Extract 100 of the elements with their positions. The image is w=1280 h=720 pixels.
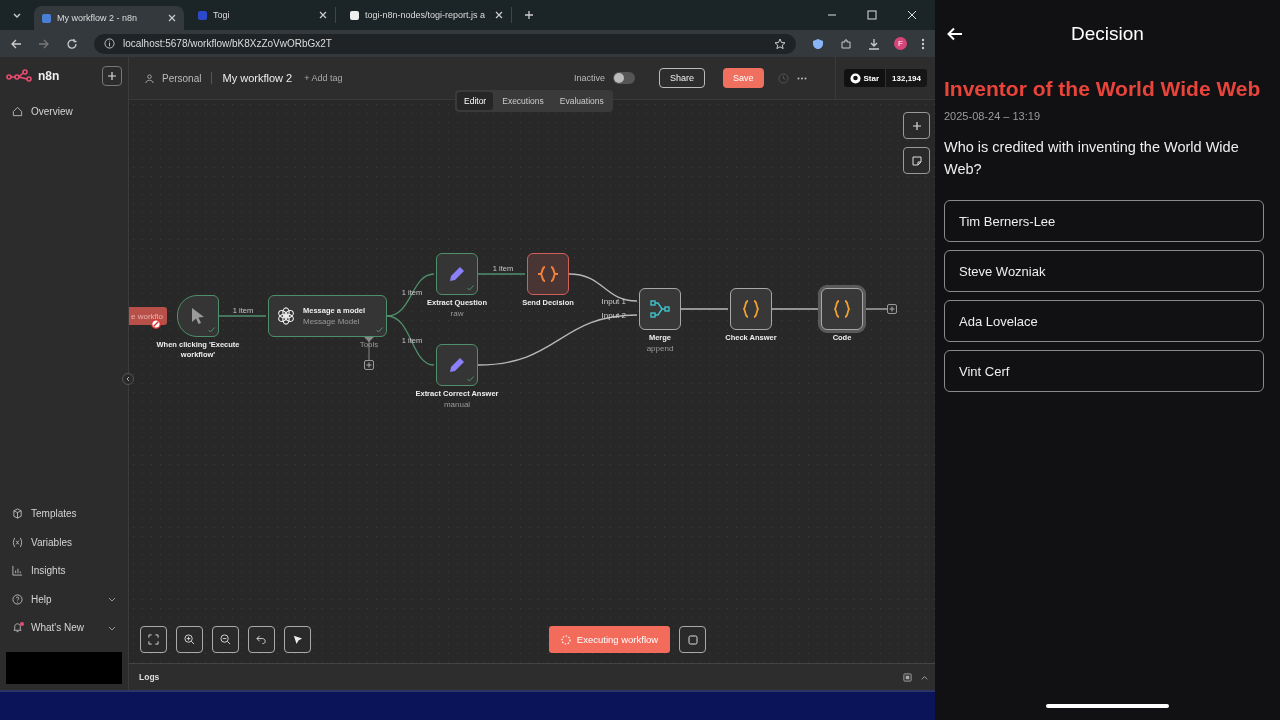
logo-icon [6, 69, 32, 83]
check-icon [467, 376, 474, 382]
address-bar[interactable]: localhost:5678/workflow/bK8XzZoVwORbGx2T [94, 33, 796, 54]
answer-option[interactable]: Steve Wozniak [944, 250, 1264, 292]
code-arrows-icon [537, 264, 559, 284]
share-button[interactable]: Share [658, 68, 705, 88]
braces-icon [741, 299, 761, 319]
more-icon[interactable] [796, 76, 807, 80]
zoom-in-button[interactable] [176, 626, 203, 653]
workflow-name[interactable]: My workflow 2 [222, 72, 293, 84]
brand-name: n8n [38, 69, 60, 83]
view-tab[interactable]: Evaluations [552, 92, 611, 110]
sidebar-item[interactable]: Variables [6, 528, 122, 557]
trigger-tag: e workflo [129, 307, 167, 325]
add-tag-link[interactable]: + Add tag [304, 73, 343, 83]
port-label: Input 1 [601, 297, 626, 306]
node-subtitle: Message Model [303, 317, 361, 326]
pencil-icon [448, 356, 466, 374]
browser-tab[interactable]: togi-n8n-nodes/togi-report.js a [342, 7, 512, 23]
variable-icon [12, 536, 23, 548]
new-tab-icon[interactable] [524, 10, 534, 20]
answer-option[interactable]: Ada Lovelace [944, 300, 1264, 342]
connection-line [218, 315, 267, 317]
close-icon[interactable] [319, 11, 327, 19]
add-button[interactable] [102, 66, 122, 86]
connection-line [771, 308, 820, 310]
pencil-icon [448, 265, 466, 283]
add-tool-button[interactable] [364, 360, 374, 370]
add-node-button[interactable] [903, 112, 930, 139]
workflow-node[interactable] [436, 344, 478, 386]
screen-title: Decision [1071, 23, 1144, 45]
close-icon[interactable] [168, 14, 176, 22]
logs-title[interactable]: Logs [139, 672, 160, 682]
user-icon [145, 73, 154, 83]
view-tab[interactable]: Executions [495, 92, 551, 110]
zoom-out-icon [220, 634, 231, 645]
cursor-button[interactable] [284, 626, 311, 653]
workflow-node[interactable] [821, 288, 863, 330]
shield-icon[interactable] [812, 37, 824, 50]
quiz-heading: Inventor of the World Wide Web [944, 76, 1262, 102]
undo-icon [256, 634, 267, 645]
note-icon [911, 155, 922, 166]
collapse-handle[interactable] [122, 373, 134, 385]
zoom-in-icon [184, 634, 195, 645]
timestamp: 2025-08-24 – 13:19 [944, 110, 1042, 122]
status-label: Inactive [573, 73, 605, 83]
cursor-icon [292, 634, 303, 645]
knot-icon [277, 307, 295, 325]
stop-button[interactable] [679, 626, 707, 653]
answer-option[interactable]: Tim Berners-Lee [944, 200, 1264, 242]
add-node-button[interactable] [887, 304, 897, 314]
workflow-node[interactable] [730, 288, 772, 330]
view-tab[interactable]: Editor [457, 92, 494, 110]
project-link[interactable]: Personal [162, 72, 202, 84]
connection-line [386, 315, 435, 366]
active-toggle[interactable] [612, 72, 635, 84]
popout-icon[interactable] [903, 672, 912, 682]
download-icon[interactable] [868, 37, 880, 50]
sidebar-item[interactable]: Overview [6, 97, 122, 126]
workflow-node[interactable] [177, 295, 219, 337]
undo-button[interactable] [248, 626, 275, 653]
profile-avatar[interactable]: F [894, 37, 907, 50]
browser-tab[interactable]: My workflow 2 - n8n [34, 6, 184, 30]
home-icon [12, 105, 23, 117]
maximize-icon[interactable] [867, 10, 877, 20]
star-icon[interactable] [774, 37, 786, 50]
sidebar-item[interactable]: Help [6, 585, 122, 614]
bar-chart-icon [12, 565, 23, 577]
octocat-icon [849, 72, 861, 84]
star-count: 132,194 [885, 69, 927, 87]
connection-line [680, 308, 729, 310]
workflow-node[interactable] [527, 253, 569, 295]
branch-icon [650, 300, 670, 318]
chevron-down-icon [108, 595, 116, 604]
plus-icon [107, 71, 117, 81]
browser-tab[interactable]: Togi [190, 7, 336, 23]
close-icon[interactable] [907, 10, 917, 20]
zoom-out-button[interactable] [212, 626, 239, 653]
reload-icon[interactable] [66, 37, 78, 50]
back-icon[interactable] [10, 37, 22, 50]
info-icon[interactable] [104, 38, 115, 49]
plus-icon [911, 120, 922, 131]
workflow-node[interactable] [639, 288, 681, 330]
pointer-icon [190, 307, 206, 325]
menu-icon[interactable] [921, 37, 925, 50]
check-icon [208, 327, 215, 333]
sidebar-item[interactable]: Templates [6, 499, 122, 528]
workflow-node[interactable] [436, 253, 478, 295]
puzzle-icon[interactable] [840, 37, 852, 50]
connection-line [477, 273, 526, 275]
sidebar-item[interactable]: What's New [6, 613, 122, 642]
answer-option[interactable]: Vint Cerf [944, 350, 1264, 392]
sidebar-item[interactable]: Insights [6, 556, 122, 585]
sticky-note-button[interactable] [903, 147, 930, 174]
node-subtitle: manual [443, 399, 471, 409]
close-icon[interactable] [495, 11, 503, 19]
site-icon [42, 13, 51, 23]
forward-icon[interactable] [38, 37, 50, 50]
fit-view-button[interactable] [140, 626, 167, 653]
check-icon [376, 327, 383, 333]
